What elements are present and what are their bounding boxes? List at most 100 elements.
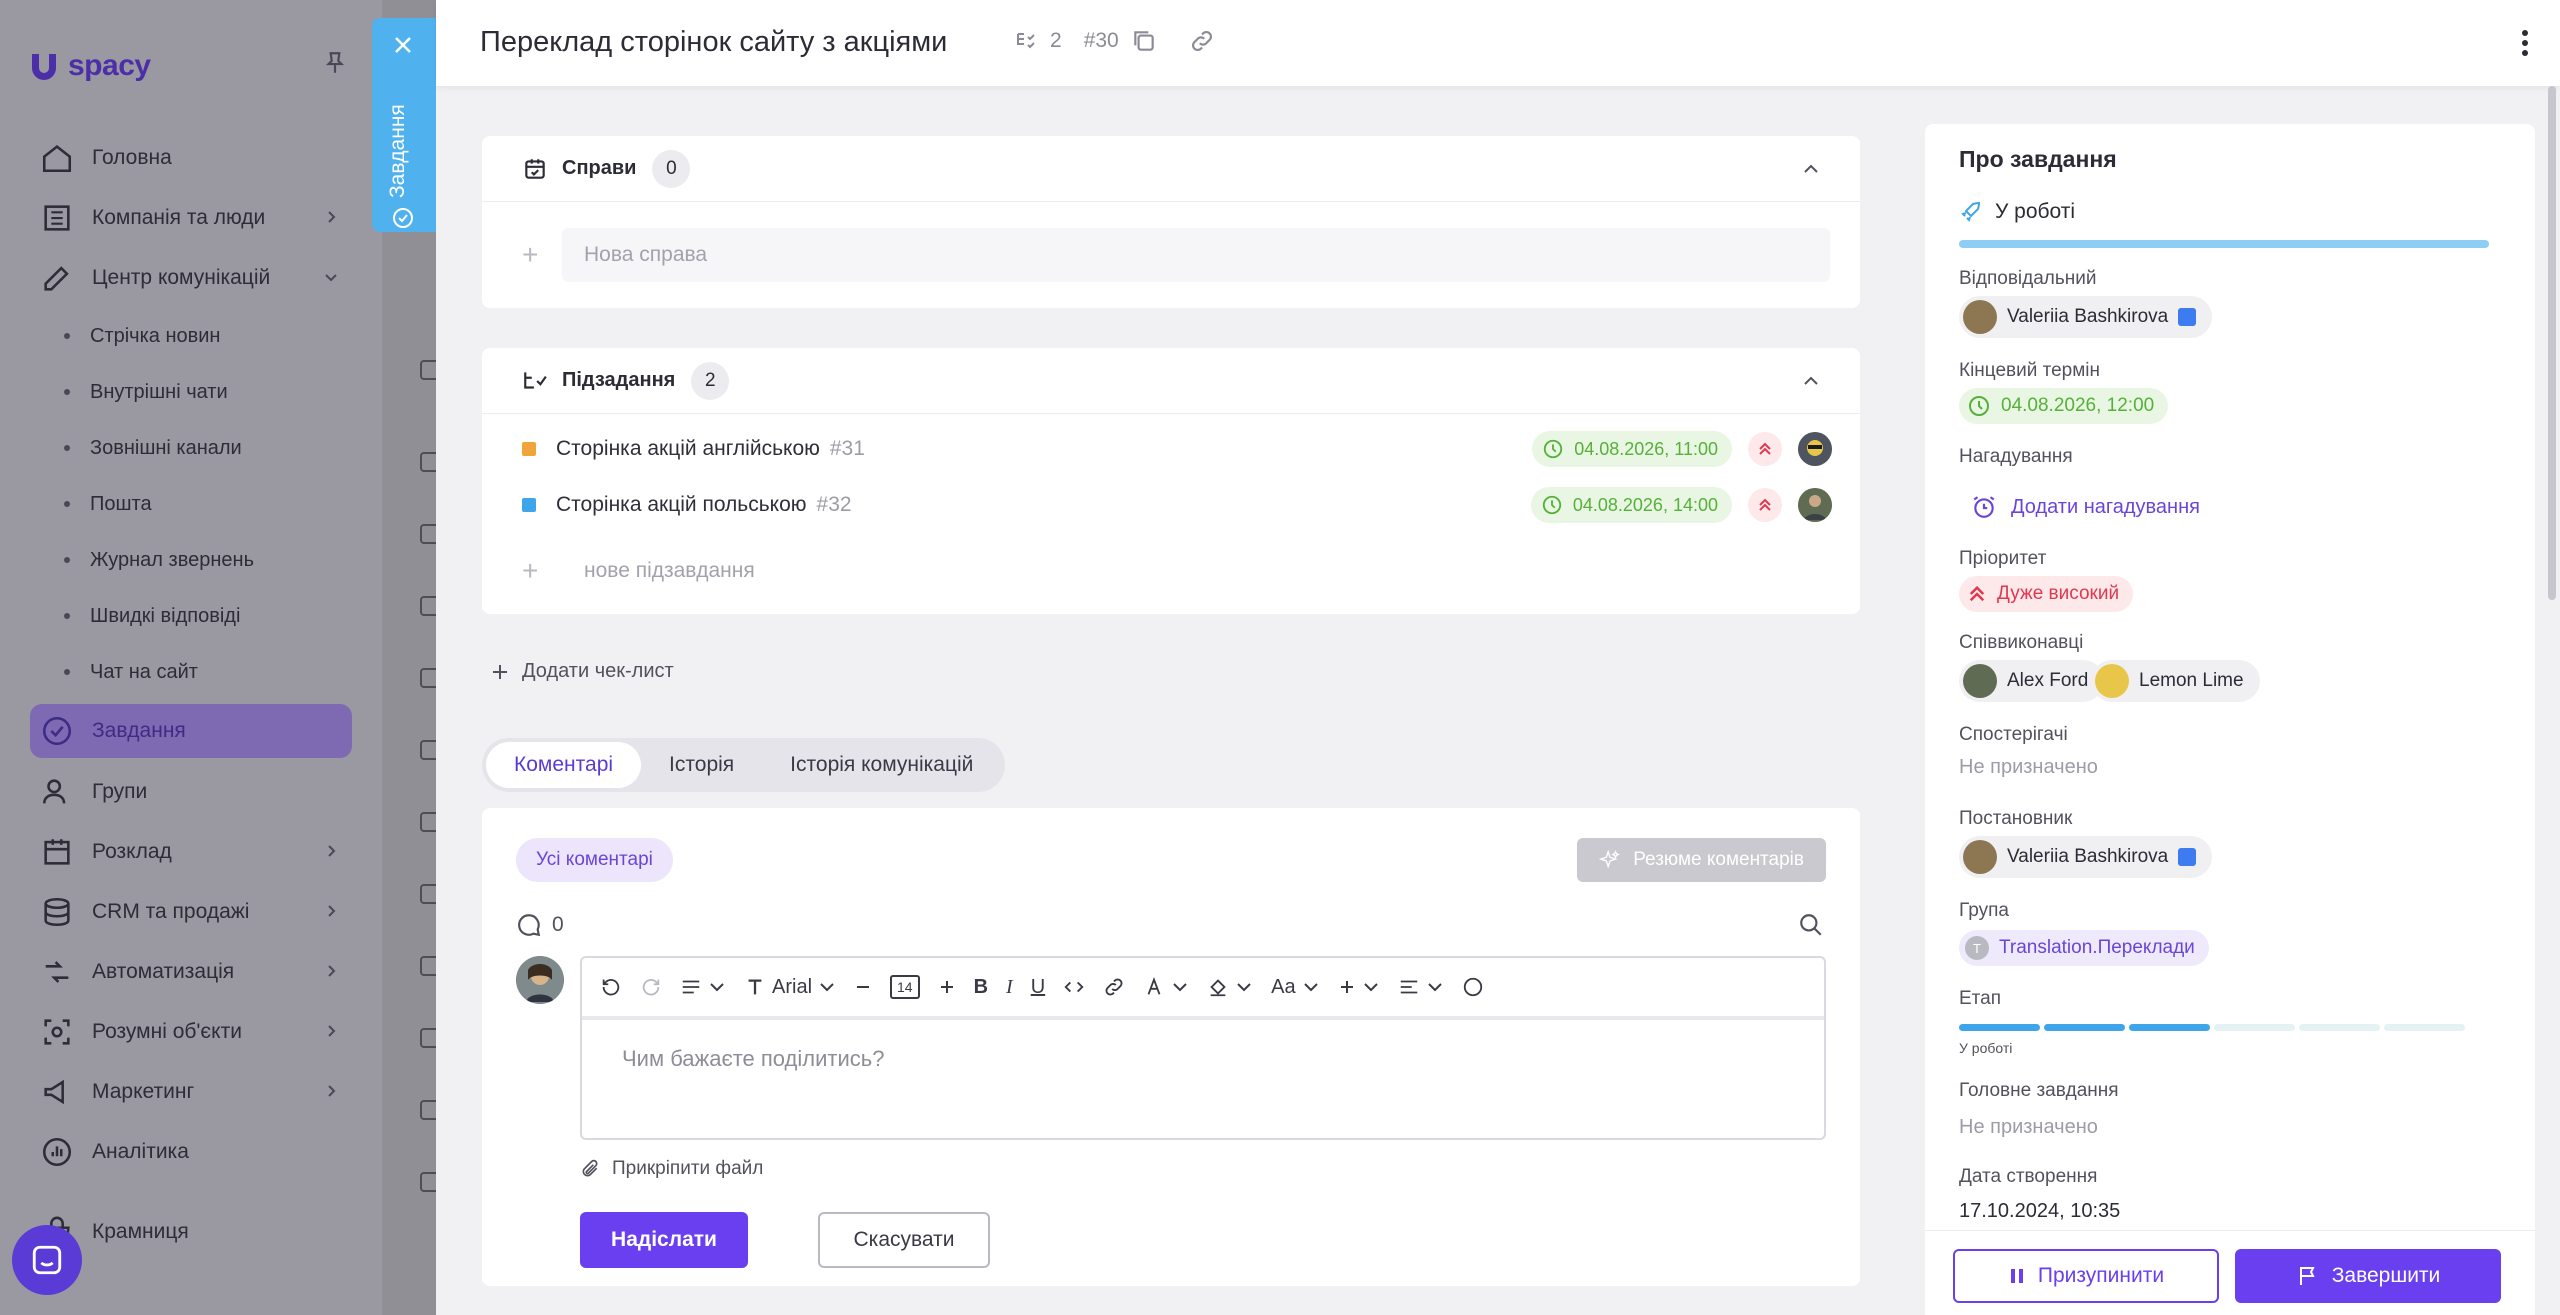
add-reminder-button[interactable]: Додати нагадування xyxy=(1971,494,2200,520)
emoji-icon[interactable] xyxy=(1462,976,1484,998)
close-icon[interactable] xyxy=(392,34,414,56)
all-comments-filter[interactable]: Усі коментарі xyxy=(516,838,673,882)
align-dropdown[interactable] xyxy=(1398,976,1444,998)
more-options-icon[interactable] xyxy=(2520,28,2530,58)
sidebar-item-analytics[interactable]: Аналітика xyxy=(30,1122,352,1182)
stage-progress[interactable] xyxy=(1959,1024,2465,1031)
highlight-color-dropdown[interactable] xyxy=(1207,976,1253,998)
text-case-dropdown[interactable]: Aa xyxy=(1271,976,1319,999)
sidebar-subitem-internal-chats[interactable]: Внутрішні чати xyxy=(30,364,352,420)
underline-icon[interactable]: U xyxy=(1031,976,1045,999)
stage-step[interactable] xyxy=(2214,1024,2295,1031)
link-icon[interactable] xyxy=(1189,28,1215,54)
font-family-dropdown[interactable]: Arial xyxy=(744,976,836,999)
subtasks-header[interactable]: Підзадання 2 xyxy=(482,348,1860,414)
sidebar-item-communications[interactable]: Центр комунікацій xyxy=(30,248,352,308)
scrollbar[interactable] xyxy=(2548,86,2556,600)
observers-value[interactable]: Не призначено xyxy=(1959,756,2098,779)
deadline-chip[interactable]: 04.08.2026, 12:00 xyxy=(1959,388,2169,424)
decrease-font-icon[interactable] xyxy=(854,978,872,996)
sidebar-item-groups[interactable]: Групи xyxy=(30,762,352,822)
subtask-row[interactable]: Сторінка акцій польською #32 04.08.2026,… xyxy=(522,480,1832,530)
calendar-icon xyxy=(44,839,70,865)
sidebar-subitem-site-chat[interactable]: Чат на сайт xyxy=(30,644,352,700)
chevron-up-icon[interactable] xyxy=(1802,160,1820,178)
coexecutor-chip[interactable]: Lemon Lime xyxy=(2091,660,2260,702)
priority-high-icon[interactable] xyxy=(1748,488,1782,522)
sidebar-subitem-news[interactable]: Стрічка новин xyxy=(30,308,352,364)
logo[interactable]: spacy xyxy=(28,48,151,84)
sidebar-item-crm[interactable]: CRM та продажі xyxy=(30,882,352,942)
chevron-down-icon xyxy=(1303,983,1318,992)
cases-header[interactable]: Справи 0 xyxy=(482,136,1860,202)
stage-step[interactable] xyxy=(2384,1024,2465,1031)
tab-communication-history[interactable]: Історія комунікацій xyxy=(762,742,1001,788)
add-checklist-button[interactable]: Додати чек-лист xyxy=(490,660,674,683)
new-subtask-input[interactable]: нове підзавдання xyxy=(562,544,1830,598)
sidebar-item-schedule[interactable]: Розклад xyxy=(30,822,352,882)
sidebar-subitem-mail[interactable]: Пошта xyxy=(30,476,352,532)
code-icon[interactable] xyxy=(1063,976,1085,998)
priority-chip[interactable]: Дуже високий xyxy=(1959,576,2134,612)
italic-icon[interactable]: I xyxy=(1006,976,1013,999)
sidebar-subitem-requests-log[interactable]: Журнал звернень xyxy=(30,532,352,588)
sidebar-subitem-external-channels[interactable]: Зовнішні канали xyxy=(30,420,352,476)
assignee-avatar[interactable] xyxy=(1798,432,1832,466)
pin-icon[interactable] xyxy=(322,50,348,76)
stage-step[interactable] xyxy=(1959,1024,2040,1031)
responsible-chip[interactable]: Valeriia Bashkirova xyxy=(1959,296,2213,338)
subtask-row[interactable]: Сторінка акцій англійською #31 04.08.202… xyxy=(522,424,1832,474)
finish-button[interactable]: Завершити xyxy=(2235,1249,2501,1303)
creator-chip[interactable]: Valeriia Bashkirova xyxy=(1959,836,2213,878)
undo-icon[interactable] xyxy=(600,976,622,998)
subtask-name[interactable]: Сторінка акцій польською xyxy=(556,493,807,517)
sidebar-item-marketing[interactable]: Маркетинг xyxy=(30,1062,352,1122)
status-indicator[interactable]: У роботі xyxy=(1959,200,2075,224)
copy-icon[interactable] xyxy=(1131,28,1157,54)
pause-button[interactable]: Призупинити xyxy=(1953,1249,2219,1303)
plus-icon[interactable]: + xyxy=(522,555,562,587)
priority-high-icon[interactable] xyxy=(1748,432,1782,466)
priority-high-icon xyxy=(1969,585,1985,602)
sidebar-item-company[interactable]: Компанія та люди xyxy=(30,188,352,248)
cases-title: Справи xyxy=(562,157,637,179)
redo-icon[interactable] xyxy=(640,976,662,998)
sidebar-item-tasks[interactable]: Завдання xyxy=(30,704,352,758)
stage-step[interactable] xyxy=(2129,1024,2210,1031)
tab-history[interactable]: Історія xyxy=(641,742,762,788)
attach-file-button[interactable]: Прикріпити файл xyxy=(580,1158,763,1180)
comment-editor[interactable]: Arial 14 B I U Aa Чим бажаєте поділитись… xyxy=(580,956,1826,1140)
insert-dropdown[interactable] xyxy=(1338,978,1380,996)
new-case-input[interactable]: Нова справа xyxy=(562,228,1830,282)
search-icon[interactable] xyxy=(1798,912,1824,938)
coexecutor-chip[interactable]: Alex Ford xyxy=(1959,660,2105,702)
subtask-name[interactable]: Сторінка акцій англійською xyxy=(556,437,820,461)
subtask-deadline[interactable]: 04.08.2026, 11:00 xyxy=(1532,431,1732,467)
block-type-dropdown[interactable] xyxy=(680,976,726,998)
side-tab-tasks[interactable]: Завдання xyxy=(372,18,436,232)
link-icon[interactable] xyxy=(1103,976,1125,998)
cancel-button[interactable]: Скасувати xyxy=(818,1212,990,1268)
sidebar-subitem-quick-replies[interactable]: Швидкі відповіді xyxy=(30,588,352,644)
users-icon xyxy=(42,779,66,804)
comments-summary-button[interactable]: Резюме коментарів xyxy=(1577,838,1826,882)
sidebar-item-automation[interactable]: Автоматизація xyxy=(30,942,352,1002)
bold-icon[interactable]: B xyxy=(974,976,988,999)
group-chip[interactable]: T Translation.Переклади xyxy=(1959,930,2209,966)
assignee-avatar[interactable] xyxy=(1798,488,1832,522)
tab-comments[interactable]: Коментарі xyxy=(486,742,642,788)
subtask-deadline[interactable]: 04.08.2026, 14:00 xyxy=(1530,487,1732,523)
send-button[interactable]: Надіслати xyxy=(580,1212,748,1268)
chevron-up-icon[interactable] xyxy=(1802,372,1820,390)
parent-task-value[interactable]: Не призначено xyxy=(1959,1116,2098,1139)
sidebar-item-smart-objects[interactable]: Розумні об'єкти xyxy=(30,1002,352,1062)
sidebar-item-label: Маркетинг xyxy=(92,1080,195,1103)
support-chat-button[interactable] xyxy=(12,1225,82,1295)
text-color-dropdown[interactable] xyxy=(1143,976,1189,998)
stage-step[interactable] xyxy=(2044,1024,2125,1031)
sidebar-item-home[interactable]: Головна xyxy=(30,128,352,188)
stage-step[interactable] xyxy=(2299,1024,2380,1031)
increase-font-icon[interactable] xyxy=(938,978,956,996)
plus-icon[interactable]: + xyxy=(522,239,562,271)
font-size-input[interactable]: 14 xyxy=(890,975,920,999)
